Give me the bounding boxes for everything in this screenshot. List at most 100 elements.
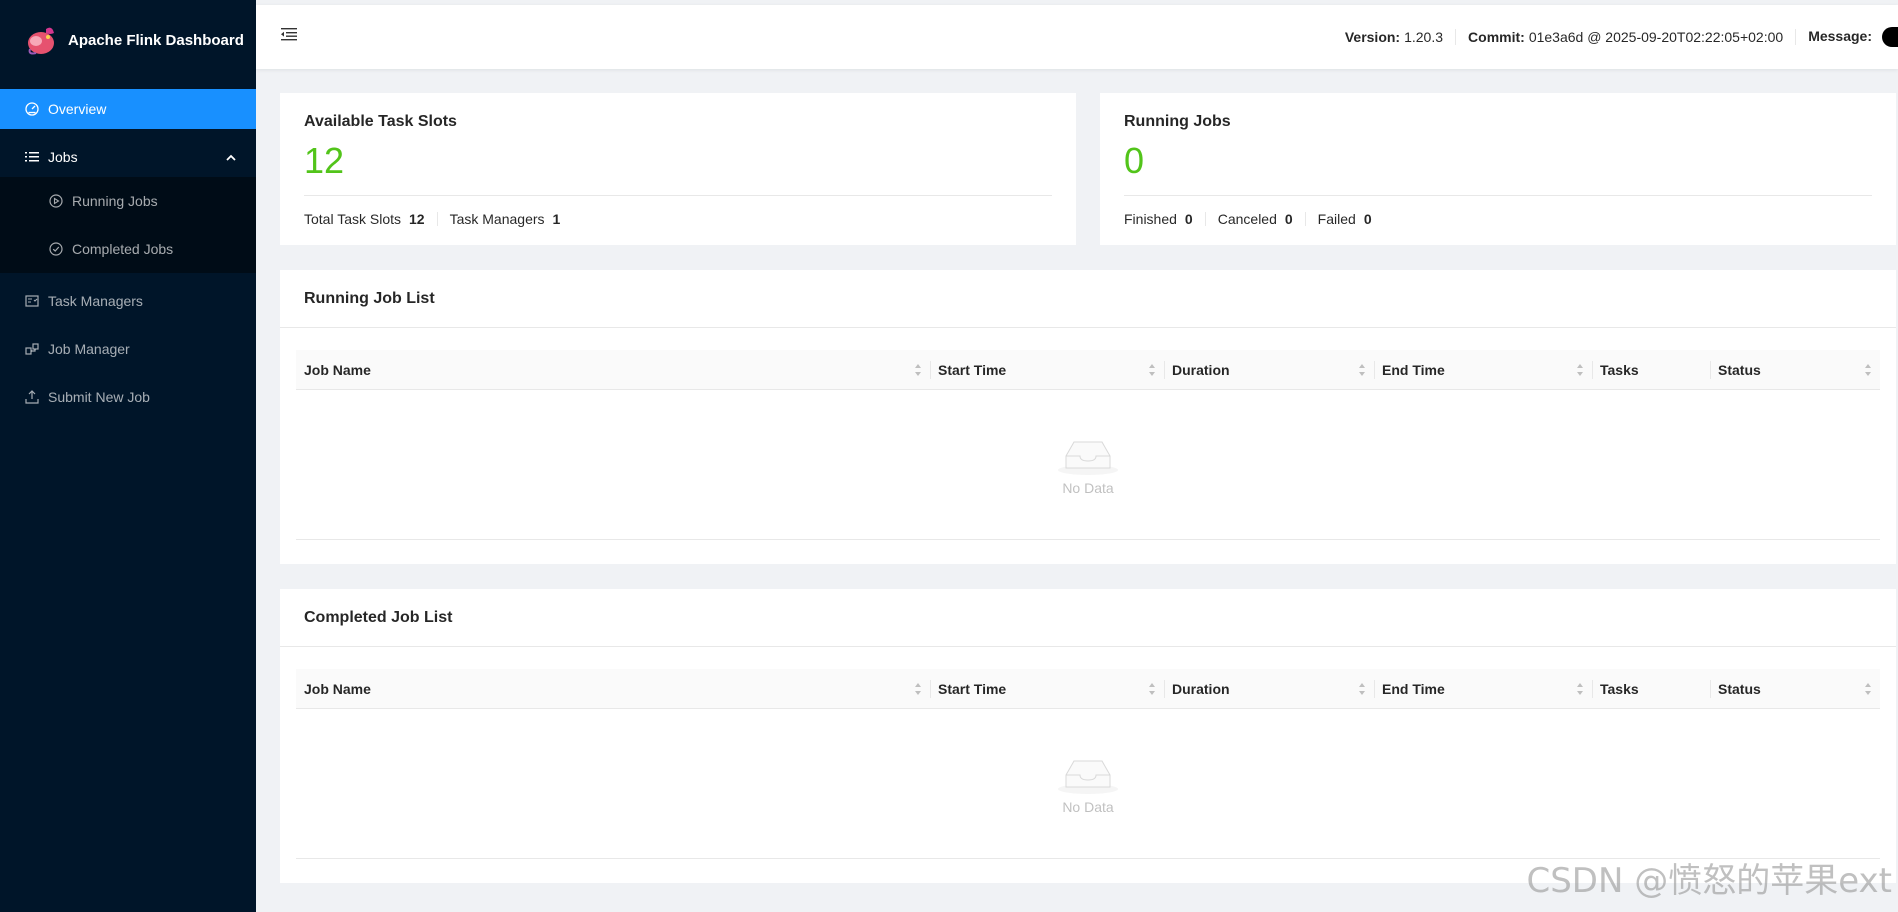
column-label: Start Time [938,680,1007,697]
card-title: Running Job List [304,290,435,307]
check-circle-icon [48,241,64,257]
running-jobs-value: 0 [1124,140,1145,181]
column-label: Start Time [938,361,1007,378]
column-label: Job Name [304,361,371,378]
available-slots-value: 12 [304,140,345,181]
jobs-footer: Finished 0 Canceled 0 Failed 0 [1124,212,1872,226]
total-slots-label: Total Task Slots [304,211,402,227]
column-header-job-name[interactable]: Job Name [296,669,930,708]
task-slots-card: Available Task Slots 12 Total Task Slots… [280,93,1076,245]
play-circle-icon [48,193,64,209]
schedule-icon [24,293,40,309]
empty-text: No Data [1062,798,1114,815]
sidebar-item-task-managers[interactable]: Task Managers [0,281,256,321]
table-header: Job Name Start Time Duration End Time Ta… [296,669,1880,709]
sort-icon[interactable] [1148,362,1156,378]
sidebar-item-label: Submit New Job [48,389,150,405]
sort-icon[interactable] [1148,681,1156,697]
card-title: Running Jobs [1124,113,1231,130]
completed-jobs-table: Job Name Start Time Duration End Time Ta… [296,669,1880,859]
task-managers-value: 1 [552,211,561,227]
sidebar-item-label: Running Jobs [72,193,158,209]
canceled-label: Canceled [1217,211,1277,227]
commit-label: Commit: [1468,29,1525,45]
jobs-submenu: Running Jobs Completed Jobs [0,177,256,273]
list-icon [24,149,40,165]
sidebar-item-label: Task Managers [48,293,143,309]
sidebar-item-jobs[interactable]: Jobs [0,137,256,177]
column-header-duration[interactable]: Duration [1164,669,1374,708]
completed-job-list-card: Completed Job List Job Name Start Time D… [280,589,1896,883]
version-label: Version: [1344,29,1401,45]
watermark: CSDN @愤怒的苹果ext [1526,861,1892,901]
column-header-tasks: Tasks [1592,669,1710,708]
empty-inbox-icon [1058,760,1118,794]
sidebar-item-label: Overview [48,101,107,117]
header: Version: 1.20.3 Commit: 01e3a6d @ 2025-09-… [256,5,1898,69]
column-label: Status [1718,361,1761,378]
chevron-up-icon [226,150,236,166]
sort-icon[interactable] [1864,362,1872,378]
commit-item: Commit: 01e3a6d @ 2025-09-20T02:22:05+02:… [1456,29,1797,45]
sidebar-item-label: Jobs [48,149,78,165]
message-item[interactable]: Message: [1796,27,1898,47]
sort-icon[interactable] [1576,362,1584,378]
column-header-start-time[interactable]: Start Time [930,669,1164,708]
empty-state: No Data [296,390,1880,540]
failed-value: 0 [1363,211,1372,227]
column-header-end-time[interactable]: End Time [1374,350,1592,389]
column-label: Tasks [1600,680,1639,697]
message-label: Message: [1808,27,1872,44]
sidebar-item-submit-new-job[interactable]: Submit New Job [0,377,256,417]
failed-label: Failed [1317,211,1356,227]
table-header: Job Name Start Time Duration End Time Ta… [296,350,1880,390]
version-value: 1.20.3 [1404,29,1444,45]
column-label: Duration [1172,680,1230,697]
divider [1124,195,1872,196]
empty-state: No Data [296,709,1880,859]
column-label: Status [1718,680,1761,697]
sidebar-item-overview[interactable]: Overview [0,89,256,129]
column-header-status[interactable]: Status [1710,669,1880,708]
sort-icon[interactable] [1864,681,1872,697]
running-job-list-card: Running Job List Job Name Start Time Dur… [280,270,1896,564]
column-header-end-time[interactable]: End Time [1374,669,1592,708]
column-header-status[interactable]: Status [1710,350,1880,389]
canceled-value: 0 [1284,211,1293,227]
version-item: Version: 1.20.3 [1333,29,1457,45]
column-label: Tasks [1600,361,1639,378]
sidebar-item-job-manager[interactable]: Job Manager [0,329,256,369]
column-header-start-time[interactable]: Start Time [930,350,1164,389]
logo[interactable]: Apache Flink Dashboard [0,0,256,80]
version-info: Version: 1.20.3 Commit: 01e3a6d @ 2025-09-… [1333,27,1898,47]
message-badge-icon[interactable] [1882,27,1898,47]
app-title: Apache Flink Dashboard [68,31,244,49]
column-label: Job Name [304,680,371,697]
sidebar-item-completed-jobs[interactable]: Completed Jobs [0,225,256,273]
sort-icon[interactable] [914,681,922,697]
column-header-tasks: Tasks [1592,350,1710,389]
commit-value: 01e3a6d @ 2025-09-20T02:22:05+02:00 [1528,29,1784,45]
running-jobs-card: Running Jobs 0 Finished 0 Canceled 0 Faile… [1100,93,1896,245]
running-jobs-table: Job Name Start Time Duration End Time Ta… [296,350,1880,540]
total-slots-value: 12 [409,211,425,227]
task-managers-label: Task Managers [449,211,545,227]
column-header-duration[interactable]: Duration [1164,350,1374,389]
column-label: End Time [1382,680,1445,697]
menu-fold-icon[interactable] [280,25,300,45]
sort-icon[interactable] [1576,681,1584,697]
sort-icon[interactable] [1358,681,1366,697]
sort-icon[interactable] [914,362,922,378]
column-label: Duration [1172,361,1230,378]
column-label: End Time [1382,361,1445,378]
card-title: Available Task Slots [304,113,457,130]
sidebar-item-label: Job Manager [48,341,130,357]
cluster-icon [24,341,40,357]
finished-value: 0 [1184,211,1193,227]
card-title: Completed Job List [304,609,453,626]
column-header-job-name[interactable]: Job Name [296,350,930,389]
sidebar: Apache Flink Dashboard Overview Jobs Run… [0,0,256,912]
sort-icon[interactable] [1358,362,1366,378]
flink-logo-icon [28,27,54,55]
sidebar-item-running-jobs[interactable]: Running Jobs [0,177,256,225]
